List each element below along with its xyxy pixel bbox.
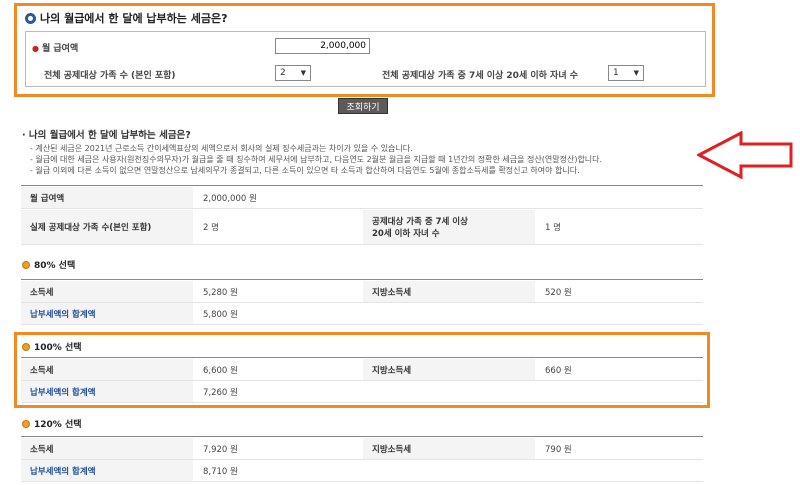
query-button[interactable]: 조회하기 [338,98,388,114]
local-tax-label: 지방소득세 [363,438,535,459]
salary-label-text: 월 급여액 [41,44,79,54]
form-title-text: 나의 월급에서 한 달에 납부하는 세금은? [40,12,228,25]
section-100-title: 100% 선택 [22,340,82,353]
summary-family-value: 2 명 [203,223,219,233]
family-count-label: 전체 공제대상 가족 수 (본인 포함) [44,71,176,81]
section-80-title: 80% 선택 [22,258,75,271]
divider [21,436,703,437]
divider [21,357,703,358]
section-100-total-row: 납부세액의 합계액 7,260 원 [21,381,703,403]
total-tax-value: 7,260 원 [203,387,238,398]
summary-children-label-line2: 20세 이하 자녀 수 [372,229,440,239]
total-tax-value: 8,710 원 [203,466,238,477]
note-item: - 월급 이외에 다른 소득이 없으면 연말정산으로 납세의무가 종결되고, 다… [30,166,580,175]
circle-bullet-icon [25,12,36,24]
left-arrow-icon [697,131,793,180]
section-100-tax-row: 소득세 6,600 원 지방소득세 660 원 [21,359,703,381]
section-100-title-text: 100% 선택 [34,343,82,353]
family-count-value: 2 [280,68,286,78]
children-count-label: 전체 공제대상 가족 중 7세 이상 20세 이하 자녀 수 [382,71,579,81]
total-tax-label: 납부세액의 합계액 [21,303,193,324]
local-tax-value: 660 원 [545,365,572,376]
note-item: - 월급에 대한 세금은 사용자(원천징수의무자)가 월급을 줄 때 징수하여 … [30,155,603,164]
summary-family-label: 실제 공제대상 가족 수(본인 포함) [21,210,193,244]
total-tax-label: 납부세액의 합계액 [21,460,193,481]
form-fields: ●월 급여액 전체 공제대상 가족 수 (본인 포함) 2 ▼ 전체 공제대상 … [25,31,706,87]
local-tax-value: 520 원 [545,287,572,298]
summary-children-label: 공제대상 가족 중 7세 이상 20세 이하 자녀 수 [363,210,535,244]
children-count-select[interactable]: 1 ▼ [608,65,644,81]
summary-family-row: 실제 공제대상 가족 수(본인 포함) 2 명 공제대상 가족 중 7세 이상 … [21,210,703,245]
section-80-total-row: 납부세액의 합계액 5,800 원 [21,303,703,325]
form-title: 나의 월급에서 한 달에 납부하는 세금은? [25,10,227,26]
summary-salary-value: 2,000,000 원 [203,193,257,204]
summary-children-value: 1 명 [545,223,561,233]
local-tax-label: 지방소득세 [363,281,535,302]
chevron-down-icon: ▼ [633,69,639,77]
income-tax-value: 5,280 원 [203,287,238,298]
income-tax-value: 7,920 원 [203,444,238,455]
summary-children-label-line1: 공제대상 가족 중 7세 이상 [372,217,468,227]
children-count-value: 1 [613,68,619,78]
income-tax-label: 소득세 [21,281,193,302]
local-tax-value: 790 원 [545,444,572,455]
chevron-down-icon: ▼ [300,69,306,77]
total-tax-label: 납부세액의 합계액 [21,381,193,402]
summary-salary-row: 월 급여액 2,000,000 원 [21,187,703,209]
income-tax-label: 소득세 [21,438,193,459]
local-tax-label: 지방소득세 [363,359,535,380]
section-120-total-row: 납부세액의 합계액 8,710 원 [21,460,703,482]
notes-title: · 나의 월급에서 한 달에 납부하는 세금은? [22,130,191,141]
section-80-tax-row: 소득세 5,280 원 지방소득세 520 원 [21,281,703,303]
orange-bullet-icon [22,419,30,428]
total-tax-value: 5,800 원 [203,309,238,320]
orange-bullet-icon [22,342,30,351]
divider [21,279,703,280]
tax-form-highlight: 나의 월급에서 한 달에 납부하는 세금은? ●월 급여액 전체 공제대상 가족… [14,3,715,97]
divider [21,185,703,186]
section-80-title-text: 80% 선택 [34,261,76,271]
family-count-select[interactable]: 2 ▼ [275,65,311,81]
income-tax-value: 6,600 원 [203,365,238,376]
section-120-title: 120% 선택 [22,417,82,430]
salary-label: ● 월 급여액 [32,41,78,54]
note-item: - 계산된 세금은 2021년 근로소득 간이세액표상의 세액으로서 회사의 실… [30,144,413,153]
required-mark: ● [32,44,39,53]
section-120-title-text: 120% 선택 [34,420,82,430]
section-120-tax-row: 소득세 7,920 원 지방소득세 790 원 [21,438,703,460]
income-tax-label: 소득세 [21,359,193,380]
orange-bullet-icon [22,260,30,269]
salary-input[interactable] [275,38,370,54]
summary-salary-label: 월 급여액 [21,187,193,208]
